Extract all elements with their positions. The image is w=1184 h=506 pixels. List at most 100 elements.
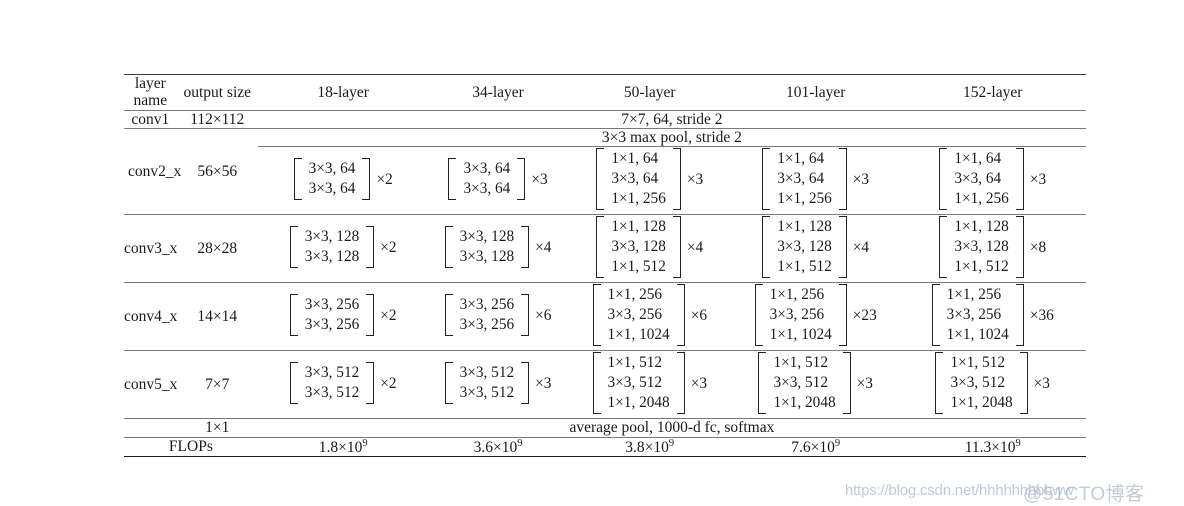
bracket-right-icon [1015,148,1024,211]
matrix-row: 1×1, 512 [773,354,828,372]
matrix-row: 3×3, 64 [308,160,356,178]
flops-101-layer: 7.6×109 [731,436,900,458]
conv4x-101-layer-block: 1×1, 256 3×3, 256 1×1, 1024 ×23 [731,282,900,351]
watermark-url: https://blog.csdn.net/hhhhhhbbbww [845,482,1074,499]
bracket-right-icon [366,226,375,269]
flops-34-layer: 3.6×109 [428,436,568,458]
bracket-left-icon [758,352,767,415]
conv3x-34-layer-block: 3×3, 128 3×3, 128 ×4 [428,214,568,283]
conv3-output-size: 28×28 [176,214,258,283]
matrix-row: 3×3, 64 [777,170,825,188]
conv5x-34-layer-block: 3×3, 512 3×3, 512 ×3 [428,350,568,419]
matrix-row: 3×3, 64 [308,180,356,198]
poolfc-layer-name [124,418,177,438]
matrix-row: 1×1, 128 [777,218,832,236]
matrix-row: 1×1, 512 [954,258,1009,276]
bracket-left-icon [935,352,944,415]
matrix-rows: 1×1, 512 3×3, 512 1×1, 2048 [769,351,839,415]
matrix-block: 1×1, 64 3×3, 64 1×1, 256 ×3 [762,147,869,211]
bracket-right-icon [1015,284,1024,347]
header-50-layer: 50-layer [567,74,732,111]
matrix-block: 3×3, 256 3×3, 256 ×6 [444,293,551,337]
matrix-row: 3×3, 128 [459,248,515,266]
bracket-right-icon [517,158,526,201]
bracket-right-icon [672,216,681,279]
matrix-rows: 3×3, 64 3×3, 64 [459,157,514,201]
matrix-block: 1×1, 512 3×3, 512 1×1, 2048 ×3 [592,351,707,415]
matrix-row: 1×1, 2048 [773,394,836,412]
header-output-size: output size [176,74,258,111]
matrix-rows: 3×3, 256 3×3, 256 [301,293,364,337]
matrix-row: 3×3, 256 [946,306,1002,324]
matrix-row: 1×1, 128 [954,218,1009,236]
bracket-left-icon [939,216,948,279]
matrix-rows: 3×3, 256 3×3, 256 [456,293,519,337]
matrix-rows: 1×1, 512 3×3, 512 1×1, 2048 [604,351,674,415]
table-header-row: layer name output size 18-layer 34-layer… [124,74,1086,111]
conv3x-50-layer-block: 1×1, 128 3×3, 128 1×1, 512 ×4 [567,214,732,283]
matrix-rows: 1×1, 256 3×3, 256 1×1, 1024 [943,283,1013,347]
resnet-architecture-table: layer name output size 18-layer 34-layer… [124,74,1086,458]
bracket-left-icon [293,158,302,201]
bracket-right-icon [838,148,847,211]
matrix-row: 1×1, 512 [607,354,663,372]
matrix-rows: 3×3, 128 3×3, 128 [301,225,364,269]
bracket-right-icon [366,294,375,337]
flops-exponent: 9 [668,437,675,449]
conv2x-34-layer-block: 3×3, 64 3×3, 64 ×3 [428,146,568,215]
matrix-block: 1×1, 512 3×3, 512 1×1, 2048 ×3 [758,351,873,415]
flops-exponent: 9 [1015,437,1021,449]
bracket-right-icon [676,284,685,347]
bracket-right-icon [1019,352,1028,415]
bracket-right-icon [672,148,681,211]
matrix-row: 1×1, 256 [611,190,666,208]
header-101-layer: 101-layer [731,74,900,111]
flops-50-layer: 3.8×109 [567,436,732,458]
matrix-row: 3×3, 256 [459,316,515,334]
matrix-row: 1×1, 64 [954,150,1002,168]
matrix-rows: 1×1, 256 3×3, 256 1×1, 1024 [604,283,674,347]
matrix-row: 3×3, 128 [777,238,832,256]
conv2x-18-layer-block: 3×3, 64 3×3, 64 ×2 [257,146,429,215]
matrix-block: 1×1, 256 3×3, 256 1×1, 1024 ×6 [592,283,707,347]
matrix-rows: 1×1, 64 3×3, 64 1×1, 256 [607,147,670,211]
matrix-row: 1×1, 256 [946,286,1002,304]
matrix-rows: 3×3, 128 3×3, 128 [456,225,519,269]
matrix-block: 3×3, 64 3×3, 64 ×2 [293,157,393,201]
matrix-row: 3×3, 256 [304,316,360,334]
matrix-block: 1×1, 256 3×3, 256 1×1, 1024 ×36 [931,283,1054,347]
matrix-row: 1×1, 2048 [607,394,670,412]
conv3x-152-layer-block: 1×1, 128 3×3, 128 1×1, 512 ×8 [899,214,1086,283]
matrix-row: 3×3, 128 [459,228,515,246]
conv5x-101-layer-block: 1×1, 512 3×3, 512 1×1, 2048 ×3 [731,350,900,419]
table-row-conv4x: conv4_x 14×14 3×3, 256 3×3, 256 ×2 3×3, … [124,282,1086,351]
bracket-left-icon [444,362,453,405]
bracket-left-icon [289,362,298,405]
block-multiplier: ×23 [852,306,877,324]
block-multiplier: ×3 [856,374,873,392]
matrix-row: 3×3, 512 [773,374,828,392]
block-multiplier: ×2 [376,170,393,188]
matrix-row: 1×1, 64 [611,150,659,168]
bracket-left-icon [762,216,771,279]
matrix-row: 3×3, 512 [304,384,360,402]
bracket-left-icon [444,294,453,337]
bracket-right-icon [362,158,371,201]
matrix-block: 1×1, 128 3×3, 128 1×1, 512 ×4 [762,215,869,279]
header-18-layer: 18-layer [257,74,429,111]
header-152-layer: 152-layer [899,74,1086,111]
matrix-row: 1×1, 2048 [950,394,1013,412]
matrix-row: 3×3, 256 [607,306,663,324]
conv5-layer-name: conv5_x [124,350,177,419]
matrix-rows: 1×1, 64 3×3, 64 1×1, 256 [950,147,1013,211]
bracket-right-icon [838,216,847,279]
conv3-layer-name: conv3_x [124,214,177,283]
matrix-block: 1×1, 64 3×3, 64 1×1, 256 ×3 [939,147,1046,211]
bracket-left-icon [754,284,763,347]
table-row-conv2x: 3×3, 64 3×3, 64 ×2 3×3, 64 3×3, 64 ×3 1×… [124,146,1086,215]
conv4x-152-layer-block: 1×1, 256 3×3, 256 1×1, 1024 ×36 [899,282,1086,351]
matrix-row: 3×3, 64 [463,180,511,198]
table-row-flops: FLOPs 1.8×109 3.6×109 3.8×109 7.6×109 11… [124,436,1086,458]
matrix-row: 3×3, 128 [611,238,666,256]
block-multiplier: ×3 [686,170,704,188]
